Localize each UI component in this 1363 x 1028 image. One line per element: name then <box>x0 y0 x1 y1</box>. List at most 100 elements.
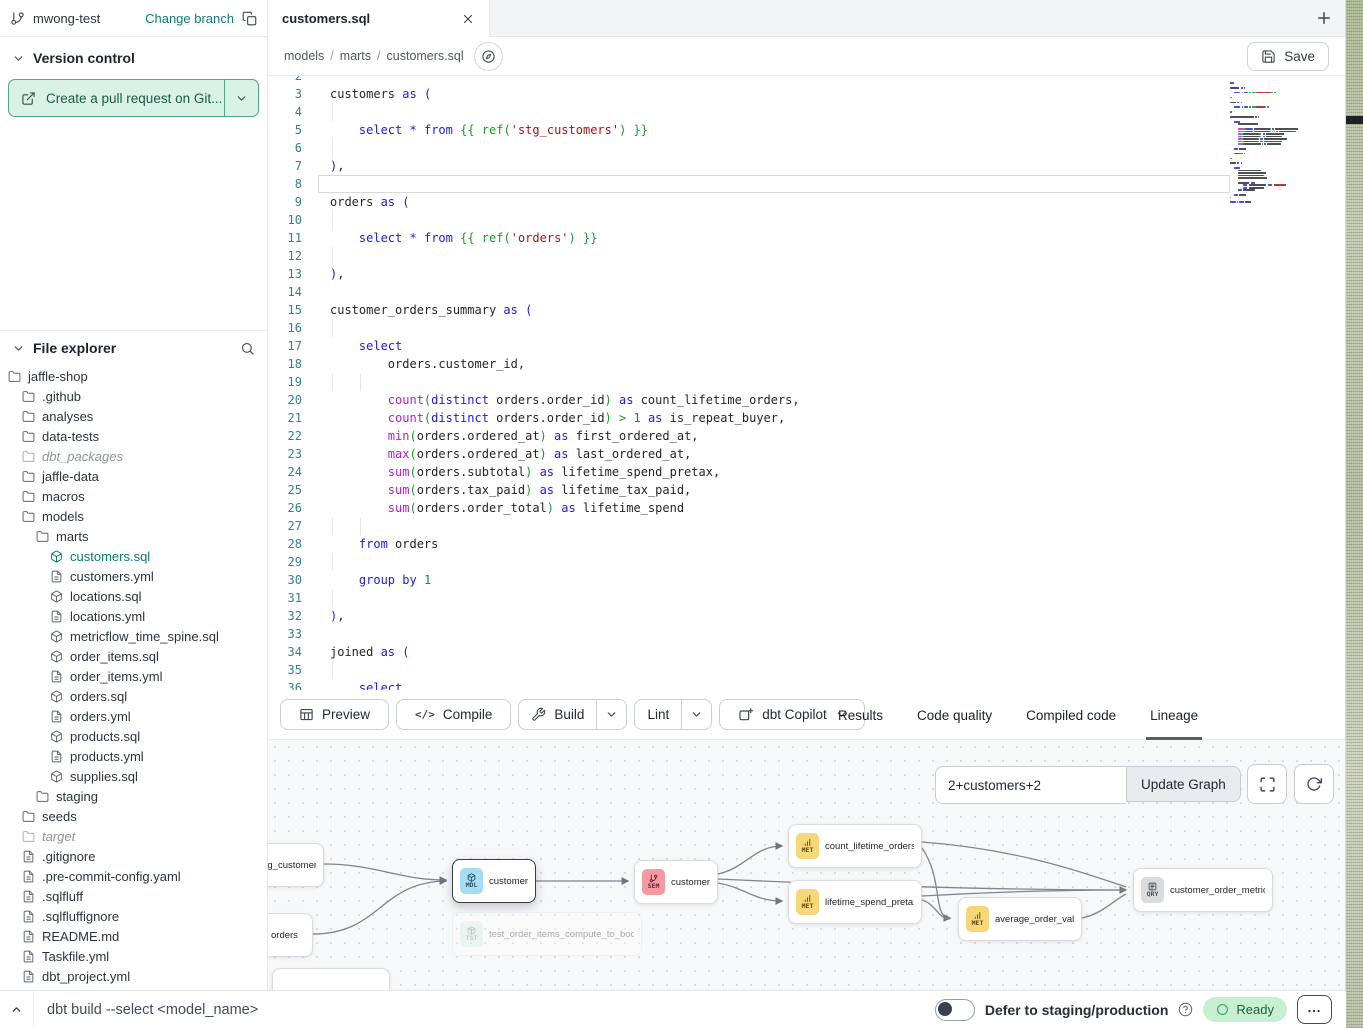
panel-tab-results[interactable]: Results <box>838 690 883 740</box>
tab-customers-sql[interactable]: customers.sql <box>268 0 490 37</box>
file-tree-item-locations.sql[interactable]: locations.sql <box>0 586 267 606</box>
copy-icon[interactable] <box>242 11 257 26</box>
code-line-31[interactable]: 31 <box>268 589 1345 607</box>
file-tree-item-models[interactable]: models <box>0 506 267 526</box>
more-options-button[interactable]: ... <box>1297 995 1332 1024</box>
breadcrumb-segment[interactable]: customers.sql <box>387 49 464 63</box>
code-line-12[interactable]: 12 <box>268 247 1345 265</box>
lineage-selector-input[interactable] <box>935 766 1126 804</box>
file-tree-item-customers.sql[interactable]: customers.sql <box>0 546 267 566</box>
new-tab-button[interactable] <box>1311 5 1337 31</box>
file-tree-item-analyses[interactable]: analyses <box>0 406 267 426</box>
code-line-6[interactable]: 6 <box>268 139 1345 157</box>
code-line-2[interactable]: 2 <box>268 76 1345 85</box>
file-tree-item-target[interactable]: target <box>0 826 267 846</box>
file-tree-item-supplies.sql[interactable]: supplies.sql <box>0 766 267 786</box>
save-button[interactable]: Save <box>1247 42 1329 71</box>
lineage-panel[interactable]: MDLstg_customers MDLorders MDLcustomers TST… <box>268 740 1345 990</box>
code-area[interactable]: 23customers as (45 select * from {{ ref(… <box>268 76 1345 690</box>
code-line-18[interactable]: 18 orders.customer_id, <box>268 355 1345 373</box>
file-tree-item-customers.yml[interactable]: customers.yml <box>0 566 267 586</box>
refresh-button[interactable] <box>1294 764 1334 804</box>
file-tree-item-orders.yml[interactable]: orders.yml <box>0 706 267 726</box>
file-tree-item-seeds[interactable]: seeds <box>0 806 267 826</box>
code-line-17[interactable]: 17 select <box>268 337 1345 355</box>
lineage-node-test_ghost[interactable]: TSTtest_order_items_compute_to_bools... <box>452 912 642 956</box>
lineage-node-customers_sem[interactable]: SEMcustomers <box>634 860 718 904</box>
breadcrumb-segment[interactable]: marts <box>340 49 371 63</box>
code-line-33[interactable]: 33 <box>268 625 1345 643</box>
file-tree-item-.pre-commit-config.yaml[interactable]: .pre-commit-config.yaml <box>0 866 267 886</box>
panel-tab-code-quality[interactable]: Code quality <box>917 690 992 740</box>
lineage-node-customers_mdl[interactable]: MDLcustomers <box>452 859 536 903</box>
code-line-21[interactable]: 21 count(distinct orders.order_id) > 1 a… <box>268 409 1345 427</box>
file-tree-item-macros[interactable]: macros <box>0 486 267 506</box>
code-editor[interactable]: 23customers as (45 select * from {{ ref(… <box>268 76 1345 690</box>
lineage-node-partial_node[interactable] <box>272 968 390 990</box>
code-line-14[interactable]: 14 <box>268 283 1345 301</box>
code-line-11[interactable]: 11 select * from {{ ref('orders') }} <box>268 229 1345 247</box>
code-line-23[interactable]: 23 max(orders.ordered_at) as last_ordere… <box>268 445 1345 463</box>
create-pr-button[interactable]: Create a pull request on Git... <box>8 79 259 117</box>
code-line-10[interactable]: 10 <box>268 211 1345 229</box>
code-line-24[interactable]: 24 sum(orders.subtotal) as lifetime_spen… <box>268 463 1345 481</box>
code-line-19[interactable]: 19 <box>268 373 1345 391</box>
code-line-26[interactable]: 26 sum(orders.order_total) as lifetime_s… <box>268 499 1345 517</box>
file-tree-item-staging[interactable]: staging <box>0 786 267 806</box>
code-line-5[interactable]: 5 select * from {{ ref('stg_customers') … <box>268 121 1345 139</box>
code-line-15[interactable]: 15customer_orders_summary as ( <box>268 301 1345 319</box>
fullscreen-button[interactable] <box>1247 764 1287 804</box>
file-tree-item-orders.sql[interactable]: orders.sql <box>0 686 267 706</box>
code-line-4[interactable]: 4 <box>268 103 1345 121</box>
build-dropdown[interactable] <box>596 700 626 729</box>
file-tree-item-marts[interactable]: marts <box>0 526 267 546</box>
code-line-25[interactable]: 25 sum(orders.tax_paid) as lifetime_tax_… <box>268 481 1345 499</box>
lineage-node-count_lifetime_orders[interactable]: METcount_lifetime_orders <box>788 824 922 868</box>
collapse-command-bar-button[interactable] <box>0 991 34 1028</box>
file-tree-item-metricflow-time-spine.sql[interactable]: metricflow_time_spine.sql <box>0 626 267 646</box>
code-line-35[interactable]: 35 <box>268 661 1345 679</box>
breadcrumb-segment[interactable]: models <box>284 49 324 63</box>
compile-button[interactable]: </>Compile <box>396 699 511 730</box>
lint-button[interactable]: Lint <box>635 700 681 729</box>
lineage-node-lifetime_spend_pretax[interactable]: METlifetime_spend_pretax <box>788 880 922 924</box>
file-tree-item-dbt-project.yml[interactable]: dbt_project.yml <box>0 966 267 986</box>
file-tree-item-.sqlfluff[interactable]: .sqlfluff <box>0 886 267 906</box>
defer-toggle[interactable] <box>935 999 975 1021</box>
lineage-node-orders[interactable]: MDLorders <box>268 913 313 957</box>
code-line-16[interactable]: 16 <box>268 319 1345 337</box>
code-line-28[interactable]: 28 from orders <box>268 535 1345 553</box>
code-line-22[interactable]: 22 min(orders.ordered_at) as first_order… <box>268 427 1345 445</box>
status-badge[interactable]: Ready <box>1203 997 1287 1022</box>
search-icon[interactable] <box>240 341 255 356</box>
file-tree-item-locations.yml[interactable]: locations.yml <box>0 606 267 626</box>
code-line-34[interactable]: 34joined as ( <box>268 643 1345 661</box>
create-pr-dropdown[interactable] <box>224 80 258 116</box>
lineage-node-customer_order_metrics[interactable]: QRYcustomer_order_metrics <box>1133 868 1273 912</box>
file-explorer-header[interactable]: File explorer <box>0 331 267 362</box>
change-branch-link[interactable]: Change branch <box>145 11 234 26</box>
file-tree-item-products.sql[interactable]: products.sql <box>0 726 267 746</box>
command-input[interactable]: dbt build --select <model_name> <box>47 1002 258 1018</box>
code-line-27[interactable]: 27 <box>268 517 1345 535</box>
file-tree-item-products.yml[interactable]: products.yml <box>0 746 267 766</box>
file-tree-item-readme.md[interactable]: README.md <box>0 926 267 946</box>
code-line-3[interactable]: 3customers as ( <box>268 85 1345 103</box>
code-line-36[interactable]: 36 select <box>268 679 1345 690</box>
file-tree-item-dbt-packages[interactable]: dbt_packages <box>0 446 267 466</box>
code-line-7[interactable]: 7), <box>268 157 1345 175</box>
file-tree-item-.gitignore[interactable]: .gitignore <box>0 846 267 866</box>
close-icon[interactable] <box>461 12 475 26</box>
file-tree-item-jaffle-data[interactable]: jaffle-data <box>0 466 267 486</box>
version-control-header[interactable]: Version control <box>0 37 267 75</box>
compass-icon[interactable] <box>474 42 503 71</box>
help-icon[interactable] <box>1178 1002 1193 1017</box>
panel-tab-lineage[interactable]: Lineage <box>1150 690 1198 740</box>
file-tree-item-.sqlfluffignore[interactable]: .sqlfluffignore <box>0 906 267 926</box>
code-line-13[interactable]: 13), <box>268 265 1345 283</box>
lineage-node-stg_customers[interactable]: MDLstg_customers <box>268 843 324 887</box>
update-graph-button[interactable]: Update Graph <box>1126 766 1241 802</box>
file-tree-item-data-tests[interactable]: data-tests <box>0 426 267 446</box>
file-tree-item-.github[interactable]: .github <box>0 386 267 406</box>
code-line-32[interactable]: 32), <box>268 607 1345 625</box>
